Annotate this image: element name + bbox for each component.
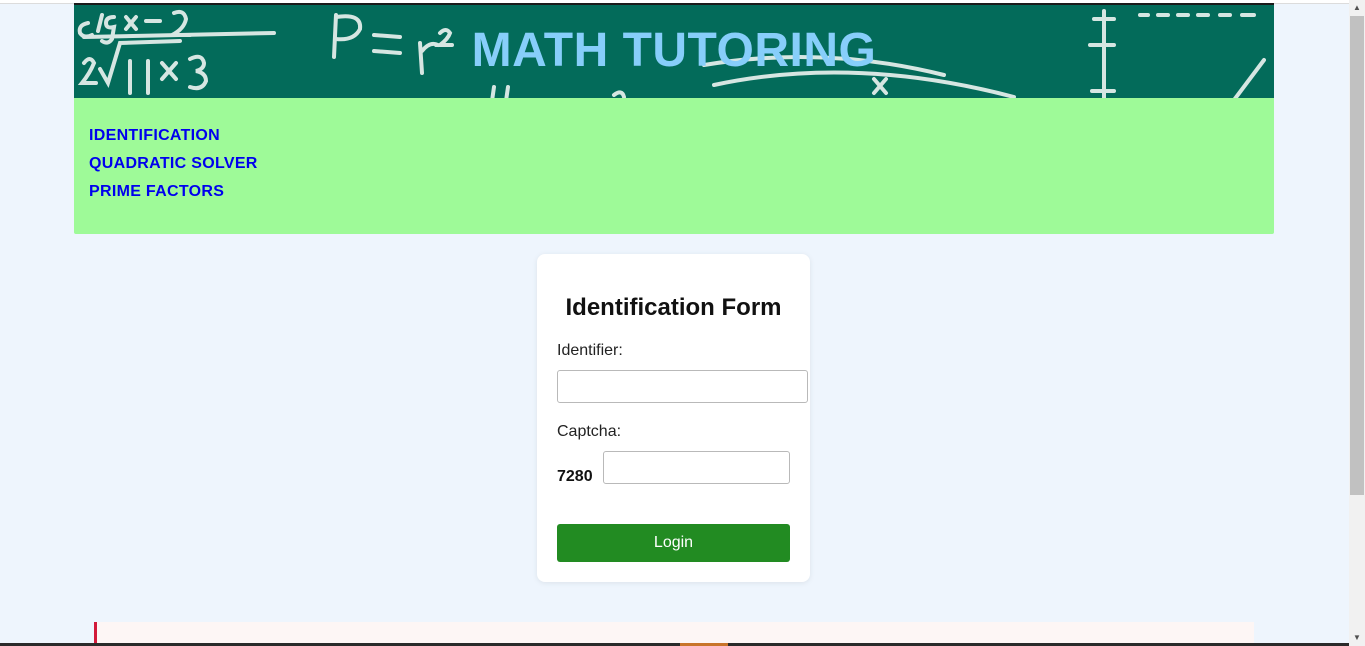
site-title: MATH TUTORING — [471, 24, 877, 77]
nav-list: IDENTIFICATION QUADRATIC SOLVER PRIME FA… — [89, 127, 258, 211]
header-banner: MATH TUTORING — [74, 3, 1274, 98]
scrollbar-thumb[interactable] — [1350, 16, 1364, 495]
captcha-input[interactable] — [603, 451, 790, 484]
main-navigation: IDENTIFICATION QUADRATIC SOLVER PRIME FA… — [74, 98, 1274, 234]
login-button[interactable]: Login — [557, 524, 790, 562]
nav-link-quadratic-solver[interactable]: QUADRATIC SOLVER — [89, 155, 258, 172]
nav-item-quadratic-solver: QUADRATIC SOLVER — [89, 155, 258, 183]
identification-form-card: Identification Form Identifier: Captcha:… — [537, 254, 810, 582]
identifier-label: Identifier: — [557, 342, 623, 359]
scroll-up-arrow-icon[interactable]: ▲ — [1349, 0, 1365, 16]
nav-link-identification[interactable]: IDENTIFICATION — [89, 127, 220, 144]
nav-item-prime-factors: PRIME FACTORS — [89, 183, 258, 211]
identifier-input[interactable] — [557, 370, 808, 403]
captcha-label: Captcha: — [557, 423, 622, 440]
nav-link-prime-factors[interactable]: PRIME FACTORS — [89, 183, 224, 200]
nav-item-identification: IDENTIFICATION — [89, 127, 258, 155]
form-title: Identification Form — [565, 294, 782, 321]
captcha-code: 7280 — [557, 468, 593, 485]
page: MATH TUTORING IDENTIFICATION QUADRATIC S… — [0, 0, 1365, 646]
vertical-scrollbar[interactable]: ▲ ▼ — [1349, 0, 1365, 646]
scroll-down-arrow-icon[interactable]: ▼ — [1349, 630, 1365, 646]
